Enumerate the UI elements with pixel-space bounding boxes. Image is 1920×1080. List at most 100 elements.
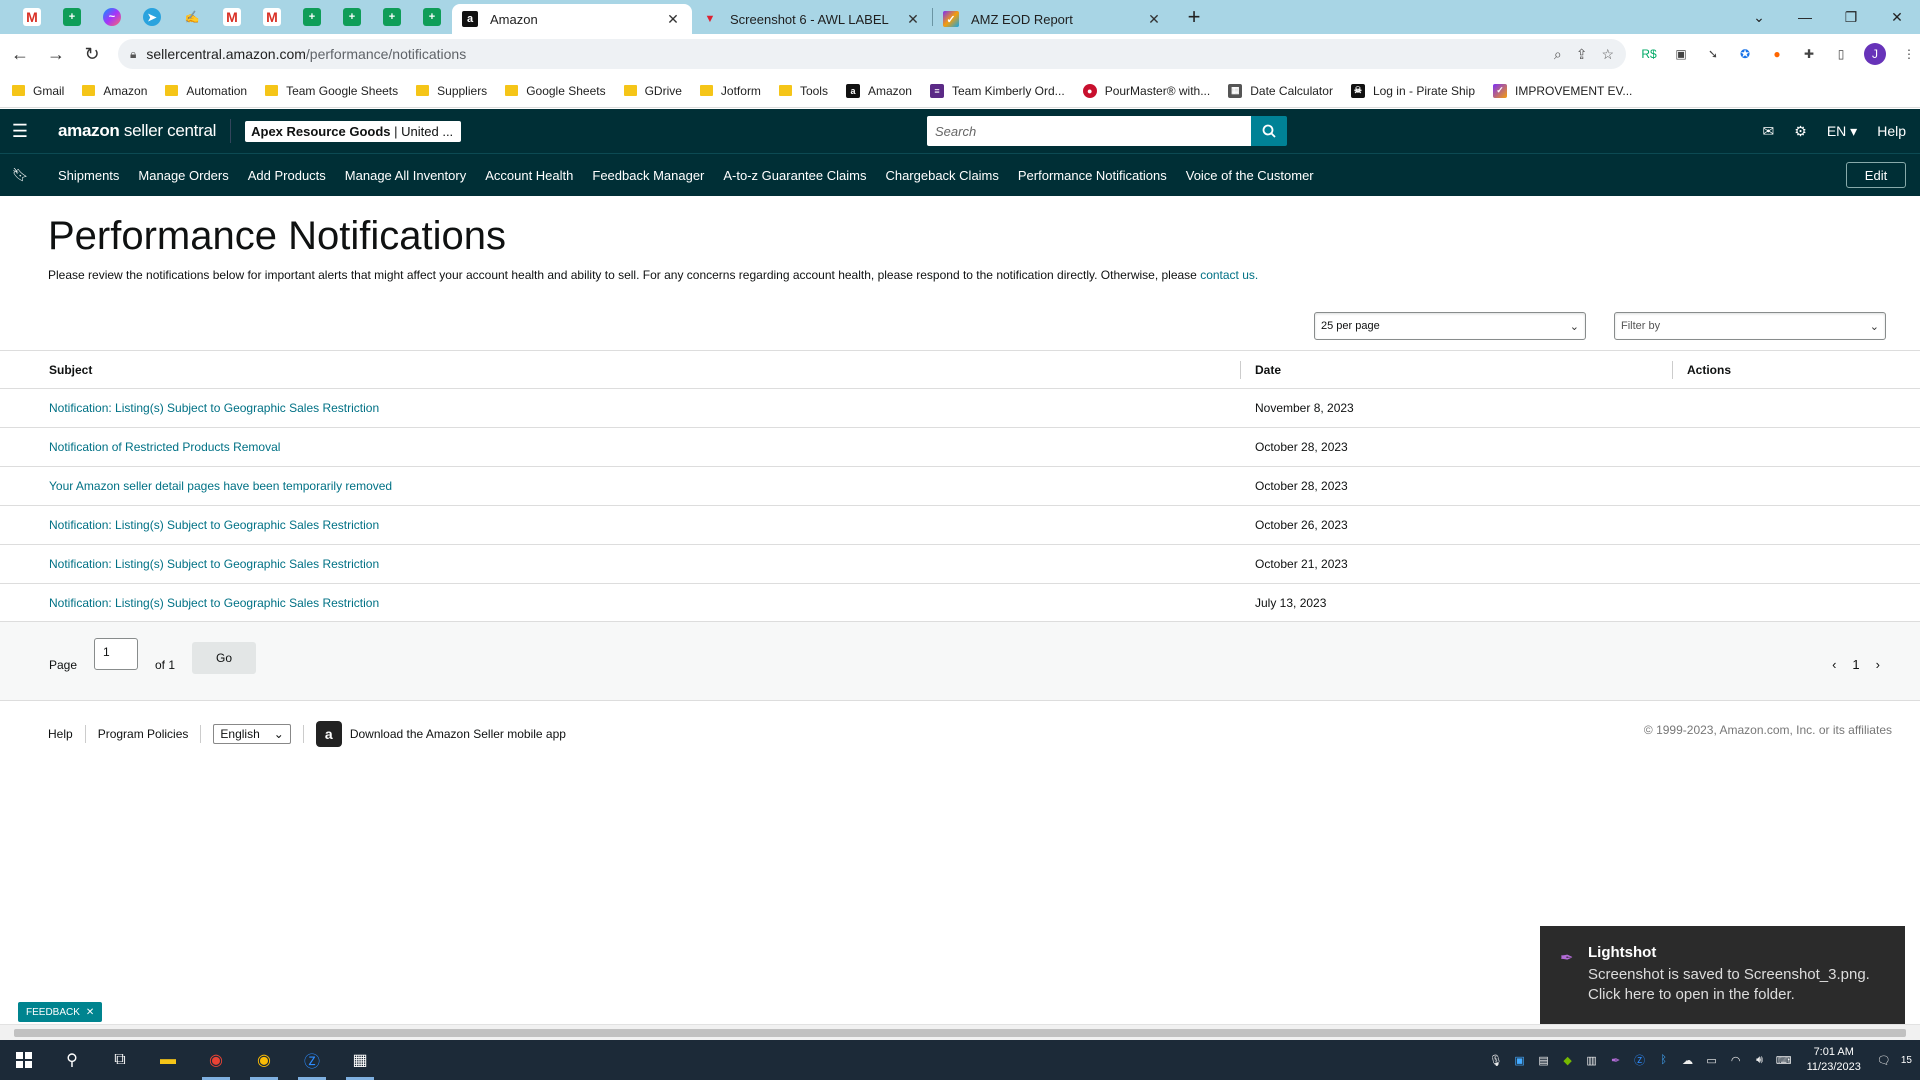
language-selector[interactable]: EN ▾	[1827, 123, 1857, 140]
restore-icon[interactable]: ❐	[1828, 9, 1874, 26]
tray-app-icon[interactable]: ▤	[1537, 1053, 1551, 1067]
bookmark-improvement[interactable]: ✓ IMPROVEMENT EV...	[1493, 83, 1632, 98]
gear-icon[interactable]: ⚙	[1794, 123, 1807, 140]
scrollbar-thumb[interactable]	[14, 1029, 1906, 1037]
extension-arrow-icon[interactable]: ➘	[1704, 45, 1722, 63]
chrome-profile-icon[interactable]: ◉	[240, 1040, 288, 1080]
pinned-tab-telegram[interactable]: ➤	[132, 0, 172, 34]
bookmark-automation[interactable]: Automation	[165, 84, 247, 98]
feedback-button[interactable]: FEEDBACK ✕	[18, 1002, 103, 1022]
reload-button[interactable]: ↻	[76, 38, 108, 70]
hamburger-menu-icon[interactable]: ☰	[0, 121, 40, 142]
notification-subject-link[interactable]: Your Amazon seller detail pages have bee…	[49, 479, 392, 493]
notification-subject-link[interactable]: Notification: Listing(s) Subject to Geog…	[49, 596, 379, 610]
pinned-tab-sheets-3[interactable]: +	[332, 0, 372, 34]
notification-subject-link[interactable]: Notification: Listing(s) Subject to Geog…	[49, 557, 379, 571]
bookmark-amazon-folder[interactable]: Amazon	[82, 84, 147, 98]
forward-button[interactable]: →	[40, 38, 72, 70]
account-switcher[interactable]: Apex Resource Goods | United ...	[245, 120, 462, 142]
side-panel-icon[interactable]: ▯	[1832, 45, 1850, 63]
footer-program-policies-link[interactable]: Program Policies	[98, 727, 189, 741]
notification-subject-link[interactable]: Notification of Restricted Products Remo…	[49, 440, 280, 454]
pinned-tab-messenger[interactable]: ~	[92, 0, 132, 34]
close-icon[interactable]: ✕	[904, 11, 922, 28]
nav-add-products[interactable]: Add Products	[248, 168, 326, 183]
notification-subject-link[interactable]: Notification: Listing(s) Subject to Geog…	[49, 401, 379, 415]
column-header-date[interactable]: Date	[1255, 363, 1281, 377]
footer-language-select[interactable]: English ⌄	[213, 724, 291, 744]
pinned-tab-gmail[interactable]: M	[12, 0, 52, 34]
pinned-tab-gmail-3[interactable]: M	[252, 0, 292, 34]
pinned-tab-sheets-4[interactable]: +	[372, 0, 412, 34]
bookmark-gdrive[interactable]: GDrive	[623, 84, 682, 98]
battery-icon[interactable]: ▭	[1705, 1053, 1719, 1067]
nav-performance-notifications[interactable]: Performance Notifications	[1018, 168, 1167, 183]
per-page-select[interactable]: 25 per page ⌄	[1314, 312, 1586, 340]
address-bar[interactable]: 🔒︎ sellercentral.amazon.com /performance…	[118, 39, 1626, 69]
back-button[interactable]: ←	[4, 38, 36, 70]
pinned-tab-sheets-2[interactable]: +	[292, 0, 332, 34]
current-page-number[interactable]: 1	[1852, 657, 1859, 672]
nav-manage-orders[interactable]: Manage Orders	[138, 168, 228, 183]
share-icon[interactable]: ⇪	[1576, 46, 1588, 63]
bookmark-gmail[interactable]: Gmail	[12, 84, 64, 98]
page-number-input[interactable]: 1	[94, 638, 138, 670]
microphone-icon[interactable]: 🎙︎	[1489, 1053, 1503, 1067]
close-icon[interactable]: ✕	[664, 11, 682, 28]
search-button[interactable]	[1251, 116, 1287, 146]
chrome-icon[interactable]: ◉	[192, 1040, 240, 1080]
amazon-seller-central-logo[interactable]: amazon seller central	[58, 121, 216, 141]
bookmark-pirate-ship[interactable]: ☠ Log in - Pirate Ship	[1350, 83, 1475, 98]
tab-search-icon[interactable]: ⌄	[1736, 9, 1782, 26]
lightshot-tray-icon[interactable]: ✒	[1609, 1053, 1623, 1067]
bookmark-tools[interactable]: Tools	[778, 84, 828, 98]
file-explorer-icon[interactable]: ▬	[144, 1040, 192, 1080]
notifications-icon[interactable]: 🗨︎	[1877, 1053, 1891, 1067]
bookmark-suppliers[interactable]: Suppliers	[416, 84, 487, 98]
star-icon[interactable]: ☆	[1601, 46, 1614, 63]
extension-off-icon[interactable]: ▣	[1672, 45, 1690, 63]
extension-orange-icon[interactable]: ●	[1768, 45, 1786, 63]
nav-shipments[interactable]: Shipments	[58, 168, 119, 183]
new-tab-button[interactable]: +	[1179, 2, 1209, 32]
tray-app-icon[interactable]: ▥	[1585, 1053, 1599, 1067]
close-icon[interactable]: ✕	[86, 1007, 94, 1018]
pinned-tab-sheets[interactable]: +	[52, 0, 92, 34]
column-header-subject[interactable]: Subject	[49, 363, 92, 377]
nav-feedback-manager[interactable]: Feedback Manager	[592, 168, 704, 183]
tray-app-icon[interactable]: ▣	[1513, 1053, 1527, 1067]
search-icon[interactable]: ⚲	[48, 1040, 96, 1080]
menu-kebab-icon[interactable]: ⋮	[1900, 45, 1918, 63]
bookmark-amazon[interactable]: a Amazon	[845, 83, 912, 98]
lightshot-notification[interactable]: ✒ Lightshot Screenshot is saved to Scree…	[1540, 926, 1905, 1028]
bookmark-team-google-sheets[interactable]: Team Google Sheets	[265, 84, 398, 98]
extension-rs-icon[interactable]: R$	[1640, 45, 1658, 63]
keyboard-icon[interactable]: ⌨	[1776, 1053, 1792, 1067]
task-view-icon[interactable]: ⧉	[96, 1040, 144, 1080]
go-button[interactable]: Go	[192, 642, 256, 674]
bookmark-jotform[interactable]: Jotform	[699, 84, 761, 98]
help-link[interactable]: Help	[1877, 123, 1906, 139]
mail-icon[interactable]: ✉	[1763, 123, 1775, 140]
extension-blue-icon[interactable]: ✪	[1736, 45, 1754, 63]
extensions-puzzle-icon[interactable]: ✚	[1800, 45, 1818, 63]
minimize-icon[interactable]: —	[1782, 9, 1828, 25]
horizontal-scrollbar[interactable]	[0, 1024, 1920, 1040]
bluetooth-icon[interactable]: ᛒ	[1657, 1053, 1671, 1067]
pinned-tab-signature[interactable]: ✍	[172, 0, 212, 34]
bookmark-google-sheets[interactable]: Google Sheets	[505, 84, 606, 98]
amazon-seller-app-icon[interactable]: a	[315, 721, 342, 747]
zoom-tray-icon[interactable]: Ⓩ	[1633, 1053, 1647, 1067]
bookmark-date-calculator[interactable]: ▦ Date Calculator	[1228, 83, 1333, 98]
volume-icon[interactable]: 🔊︎	[1753, 1053, 1767, 1067]
nav-account-health[interactable]: Account Health	[485, 168, 573, 183]
tab-screenshot-awl[interactable]: ▼ Screenshot 6 - AWL LABEL ✕	[692, 4, 932, 34]
contact-us-link[interactable]: contact us.	[1200, 268, 1258, 282]
nav-voice-of-customer[interactable]: Voice of the Customer	[1186, 168, 1314, 183]
calculator-icon[interactable]: ▦	[336, 1040, 384, 1080]
edit-nav-button[interactable]: Edit	[1846, 162, 1906, 188]
filter-select[interactable]: Filter by ⌄	[1614, 312, 1886, 340]
onedrive-icon[interactable]: ☁	[1681, 1053, 1695, 1067]
tab-amazon[interactable]: a Amazon ✕	[452, 4, 692, 34]
nav-a-to-z-claims[interactable]: A-to-z Guarantee Claims	[723, 168, 866, 183]
